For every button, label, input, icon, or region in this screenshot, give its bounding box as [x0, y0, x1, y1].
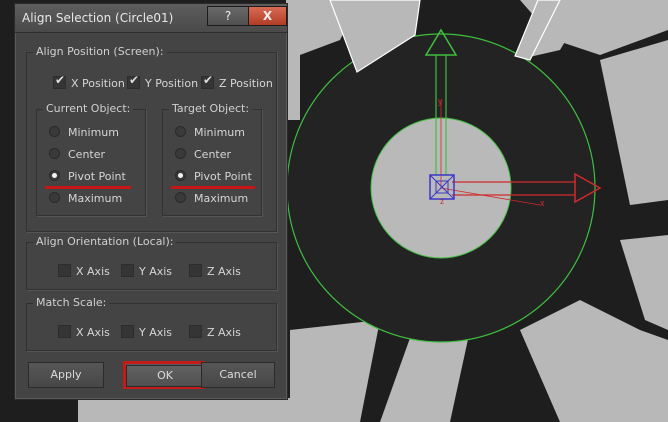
scale-y-axis-checkbox[interactable]: Y Axis	[121, 325, 172, 339]
match-scale-label: Match Scale:	[33, 296, 110, 309]
help-button[interactable]: ?	[207, 6, 249, 26]
z-position-label: Z Position	[219, 77, 273, 90]
checkbox-label: X Axis	[76, 326, 110, 339]
checkbox-label: X Axis	[76, 265, 110, 278]
checkbox-box	[189, 325, 202, 338]
check-icon: ✔	[129, 73, 140, 87]
align-orientation-group: Align Orientation (Local): X Axis Y Axis…	[26, 235, 277, 290]
checkbox-box	[189, 264, 202, 277]
x-position-label: X Position	[71, 77, 125, 90]
z-position-checkbox[interactable]: ✔ Z Position	[201, 73, 273, 90]
align-selection-dialog: Align Selection (Circle01) ? X Align Pos…	[14, 3, 288, 400]
target-object-group: Target Object: Minimum Center Pivot Poin…	[162, 102, 262, 216]
orientation-x-axis-checkbox[interactable]: X Axis	[58, 264, 110, 278]
radio-dot	[49, 192, 60, 203]
current-center-radio[interactable]: Center	[49, 148, 105, 162]
orientation-y-axis-checkbox[interactable]: Y Axis	[121, 264, 172, 278]
current-object-label: Current Object:	[43, 102, 134, 115]
x-position-checkbox[interactable]: ✔ X Position	[53, 73, 125, 90]
checkbox-box	[58, 325, 71, 338]
radio-label: Center	[68, 148, 106, 161]
axis-y-label: y	[438, 96, 443, 106]
pivot-point-highlight-underline	[171, 186, 255, 189]
checkbox-box: ✔	[201, 73, 214, 89]
checkbox-label: Y Axis	[139, 326, 173, 339]
checkbox-label: Z Axis	[207, 326, 241, 339]
axis-z-label: z	[440, 197, 444, 206]
scale-x-axis-checkbox[interactable]: X Axis	[58, 325, 110, 339]
radio-dot-selected	[175, 170, 186, 181]
cancel-button[interactable]: Cancel	[201, 362, 275, 388]
radio-dot-selected	[49, 170, 60, 181]
scale-z-axis-checkbox[interactable]: Z Axis	[189, 325, 241, 339]
target-pivot-point-radio[interactable]: Pivot Point	[175, 170, 252, 184]
current-minimum-radio[interactable]: Minimum	[49, 126, 119, 140]
dialog-title: Align Selection (Circle01)	[22, 11, 174, 25]
radio-dot	[175, 192, 186, 203]
radio-dot	[175, 126, 186, 137]
ok-button[interactable]: OK	[126, 365, 204, 387]
radio-label: Maximum	[68, 192, 123, 205]
check-icon: ✔	[203, 73, 214, 87]
radio-dot	[175, 148, 186, 159]
target-minimum-radio[interactable]: Minimum	[175, 126, 245, 140]
pivot-point-highlight-underline	[45, 186, 131, 189]
checkbox-label: Z Axis	[207, 265, 241, 278]
target-maximum-radio[interactable]: Maximum	[175, 192, 248, 206]
align-position-group: Align Position (Screen): ✔ X Position ✔ Y …	[26, 45, 277, 232]
current-pivot-point-radio[interactable]: Pivot Point	[49, 170, 126, 184]
checkbox-box	[121, 264, 134, 277]
y-position-label: Y Position	[145, 77, 199, 90]
radio-label: Center	[194, 148, 232, 161]
align-position-label: Align Position (Screen):	[33, 45, 167, 58]
checkbox-box	[58, 264, 71, 277]
title-bar[interactable]: Align Selection (Circle01) ? X	[15, 4, 287, 33]
current-object-group: Current Object: Minimum Center Pivot Poi…	[36, 102, 146, 216]
radio-label: Maximum	[194, 192, 249, 205]
checkbox-label: Y Axis	[139, 265, 173, 278]
checkbox-box	[121, 325, 134, 338]
align-orientation-label: Align Orientation (Local):	[33, 235, 177, 248]
checkbox-box: ✔	[53, 73, 66, 89]
apply-button[interactable]: Apply	[28, 362, 104, 388]
radio-label: Pivot Point	[194, 170, 252, 183]
radio-dot	[49, 126, 60, 137]
radio-label: Pivot Point	[68, 170, 126, 183]
radio-label: Minimum	[194, 126, 245, 139]
radio-label: Minimum	[68, 126, 119, 139]
match-scale-group: Match Scale: X Axis Y Axis Z Axis	[26, 296, 277, 351]
radio-dot	[49, 148, 60, 159]
checkbox-box: ✔	[127, 73, 140, 89]
current-maximum-radio[interactable]: Maximum	[49, 192, 122, 206]
target-center-radio[interactable]: Center	[175, 148, 231, 162]
target-object-label: Target Object:	[169, 102, 253, 115]
orientation-z-axis-checkbox[interactable]: Z Axis	[189, 264, 241, 278]
y-position-checkbox[interactable]: ✔ Y Position	[127, 73, 199, 90]
close-button[interactable]: X	[248, 6, 287, 26]
check-icon: ✔	[55, 73, 66, 87]
axis-x-label: x	[540, 198, 545, 208]
